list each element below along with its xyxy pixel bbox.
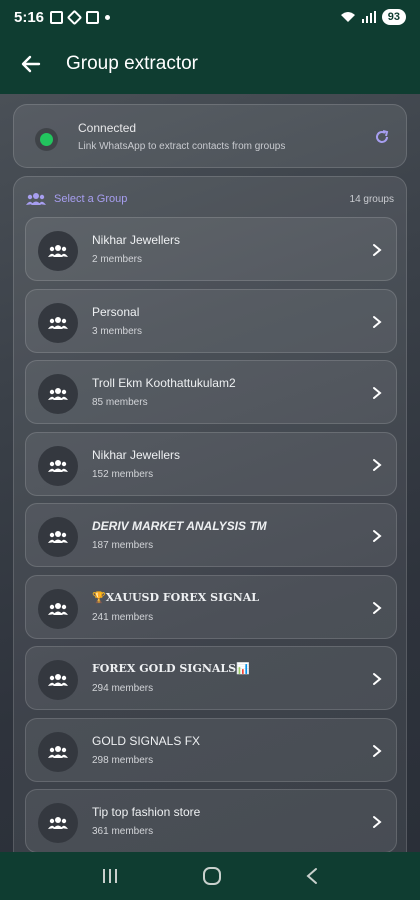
group-name: Personal (92, 304, 140, 319)
checkbox-notification-icon (50, 10, 64, 24)
group-members: 241 members (92, 611, 154, 623)
group-icon (48, 745, 68, 758)
refresh-icon[interactable] (374, 129, 390, 145)
select-group-label: Select a Group (54, 193, 128, 205)
clock: 5:16 (14, 8, 45, 26)
home-icon[interactable] (202, 866, 222, 886)
group-members: 294 members (92, 683, 154, 694)
group-item[interactable]: 🏆XAUUSD FOREX SIGNAL 241 members (25, 574, 397, 639)
group-name: DERIV MARKET ANALYSIS TM (92, 519, 267, 533)
groups-count: 14 groups (349, 193, 394, 205)
group-icon (48, 817, 68, 829)
chevron-right-icon (373, 530, 382, 542)
group-members: 2 members (92, 254, 143, 265)
group-item[interactable]: DERIV MARKET ANALYSIS TM 187 members (25, 503, 397, 567)
app-bar: Group extractor (0, 34, 420, 94)
group-avatar (38, 588, 78, 629)
group-avatar (38, 374, 78, 414)
group-avatar (38, 660, 78, 700)
recent-apps-icon[interactable] (101, 868, 119, 884)
group-avatar (38, 517, 78, 557)
calendar-notification-icon (86, 10, 100, 24)
more-notifications-icon (105, 14, 111, 20)
group-avatar (38, 302, 78, 343)
groups-panel-header: Select a Group 14 groups (26, 191, 394, 207)
group-name: Tip top fashion store (92, 805, 201, 819)
group-avatar (38, 445, 78, 486)
group-icon (48, 316, 68, 329)
wifi-icon (340, 12, 355, 22)
group-icon (48, 459, 68, 472)
page-title: Group extractor (66, 53, 198, 74)
chevron-right-icon (373, 816, 382, 828)
chevron-right-icon (373, 244, 382, 256)
back-nav-icon[interactable] (305, 867, 319, 885)
signal-icon (361, 11, 376, 23)
chevron-right-icon (373, 387, 382, 399)
connected-indicator (40, 133, 53, 146)
groups-panel: Select a Group 14 groups Nikhar Jeweller… (13, 176, 407, 852)
group-item[interactable]: FOREX GOLD SIGNALS📊 294 members (25, 646, 397, 710)
group-avatar (38, 231, 78, 271)
group-item[interactable]: Personal 3 members (25, 288, 397, 353)
group-members: 361 members (92, 826, 154, 837)
main-content: Connected Link WhatsApp to extract conta… (0, 94, 420, 852)
group-icon (48, 245, 68, 257)
chevron-right-icon (373, 601, 382, 614)
group-icon (48, 674, 68, 686)
connection-title: Connected (78, 121, 137, 135)
connection-subtitle: Link WhatsApp to extract contacts from g… (78, 141, 286, 152)
chevron-right-icon (373, 315, 382, 328)
group-item[interactable]: GOLD SIGNALS FX 298 members (25, 717, 397, 782)
chevron-right-icon (373, 673, 382, 685)
diamond-notification-icon (66, 9, 83, 25)
status-bar: 5:16 93 (0, 0, 420, 34)
chevron-right-icon (373, 744, 382, 757)
battery-indicator: 93 (381, 9, 406, 25)
group-item[interactable]: Nikhar Jewellers 2 members (25, 217, 397, 281)
group-avatar (38, 803, 78, 843)
group-name: GOLD SIGNALS FX (92, 733, 201, 748)
system-nav-bar (0, 852, 420, 900)
arrow-left-icon (21, 55, 41, 73)
group-icon (48, 602, 68, 615)
group-members: 3 members (92, 325, 143, 337)
group-members: 152 members (92, 468, 154, 480)
group-name: Nikhar Jewellers (92, 233, 181, 247)
group-members: 85 members (92, 397, 148, 408)
group-item[interactable]: Nikhar Jewellers 152 members (25, 431, 397, 496)
group-item[interactable]: Troll Ekm Koothattukulam2 85 members (25, 360, 397, 424)
group-members: 187 members (92, 540, 154, 551)
group-name: 🏆XAUUSD FOREX SIGNAL (92, 590, 259, 604)
back-button[interactable] (18, 51, 44, 77)
group-icon (48, 531, 68, 543)
group-item[interactable]: Tip top fashion store 361 members (25, 789, 397, 852)
group-icon (48, 388, 68, 400)
group-name: Troll Ekm Koothattukulam2 (92, 376, 236, 390)
chevron-right-icon (373, 458, 382, 471)
connection-status-card: Connected Link WhatsApp to extract conta… (13, 104, 407, 168)
group-icon (26, 193, 46, 205)
group-avatar (38, 731, 78, 772)
group-name: Nikhar Jewellers (92, 447, 181, 462)
group-members: 298 members (92, 754, 154, 766)
group-name: FOREX GOLD SIGNALS📊 (92, 662, 250, 675)
